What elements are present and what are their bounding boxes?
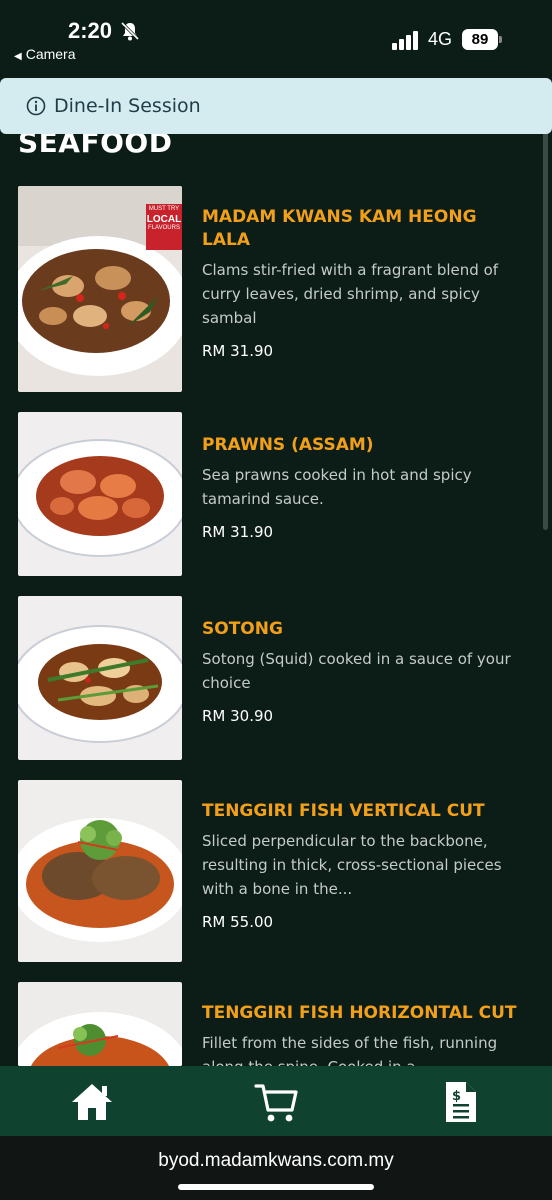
badge-bot-text: FLAVOURS [148, 225, 180, 231]
item-info: TENGGIRI FISH VERTICAL CUT Sliced perpen… [202, 800, 522, 931]
status-bar: 2:20 ◀ Camera 4G 89 [0, 0, 552, 72]
url-text: byod.madamkwans.com.my [158, 1150, 394, 1171]
item-name: TENGGIRI FISH HORIZONTAL CUT [202, 1003, 517, 1023]
bell-muted-icon [120, 21, 140, 41]
item-name: PRAWNS (ASSAM) [202, 435, 374, 455]
battery-icon: 89 [462, 29, 498, 50]
home-indicator[interactable] [178, 1184, 374, 1190]
back-label: Camera [25, 46, 76, 62]
signal-icon [392, 31, 418, 50]
item-info: TENGGIRI FISH HORIZONTAL CUT Fillet from… [202, 1002, 522, 1066]
menu-item[interactable]: TENGGIRI FISH VERTICAL CUT Sliced perpen… [18, 780, 538, 964]
network-type: 4G [428, 29, 453, 49]
clock: 2:20 [68, 18, 113, 43]
dish-image [18, 982, 182, 1066]
menu-item[interactable]: MUST TRY LOCAL FLAVOURS MADAM KWANS KAM … [18, 186, 538, 394]
item-name: SOTONG [202, 619, 283, 639]
item-info: MADAM KWANS KAM HEONG LALA Clams stir-fr… [202, 206, 522, 360]
menu-item[interactable]: TENGGIRI FISH HORIZONTAL CUT Fillet from… [18, 982, 538, 1066]
home-icon[interactable] [70, 1080, 114, 1124]
dish-image [18, 780, 182, 962]
item-description: Sea prawns cooked in hot and spicy tamar… [202, 466, 472, 508]
item-price: RM 55.00 [202, 913, 274, 931]
item-description: Clams stir-fried with a fragrant blend o… [202, 261, 499, 327]
session-label: Dine-In Session [54, 95, 201, 117]
item-name: TENGGIRI FISH VERTICAL CUT [202, 801, 485, 821]
dish-image [18, 596, 182, 760]
menu-item[interactable]: PRAWNS (ASSAM) Sea prawns cooked in hot … [18, 412, 538, 578]
item-price: RM 31.90 [202, 523, 274, 541]
dine-in-session-banner: Dine-In Session [0, 78, 552, 134]
back-arrow-icon: ◀ [14, 51, 22, 62]
dish-image: MUST TRY LOCAL FLAVOURS [18, 186, 182, 392]
dish-image [18, 412, 182, 576]
receipt-icon[interactable]: $ [438, 1080, 482, 1124]
cart-icon[interactable] [254, 1080, 298, 1124]
menu-item[interactable]: SOTONG Sotong (Squid) cooked in a sauce … [18, 596, 538, 762]
battery-tip [499, 36, 502, 43]
back-to-camera-link[interactable]: ◀ Camera [14, 46, 76, 62]
item-description: Sotong (Squid) cooked in a sauce of your… [202, 650, 511, 692]
badge-top-text: MUST TRY [148, 206, 180, 212]
svg-text:$: $ [452, 1089, 461, 1104]
item-price: RM 30.90 [202, 707, 274, 725]
must-try-badge: MUST TRY LOCAL FLAVOURS [146, 206, 182, 231]
item-description: Sliced perpendicular to the backbone, re… [202, 832, 502, 898]
info-icon [26, 96, 46, 116]
bottom-navigation: $ [0, 1066, 552, 1136]
badge-mid-text: LOCAL [146, 214, 182, 225]
item-info: SOTONG Sotong (Squid) cooked in a sauce … [202, 618, 522, 725]
scrollbar[interactable] [543, 120, 548, 530]
item-info: PRAWNS (ASSAM) Sea prawns cooked in hot … [202, 434, 522, 541]
browser-url-bar[interactable]: byod.madamkwans.com.my [0, 1136, 552, 1200]
item-price: RM 31.90 [202, 342, 274, 360]
item-name: MADAM KWANS KAM HEONG LALA [202, 207, 477, 250]
item-description: Fillet from the sides of the fish, runni… [202, 1034, 498, 1066]
